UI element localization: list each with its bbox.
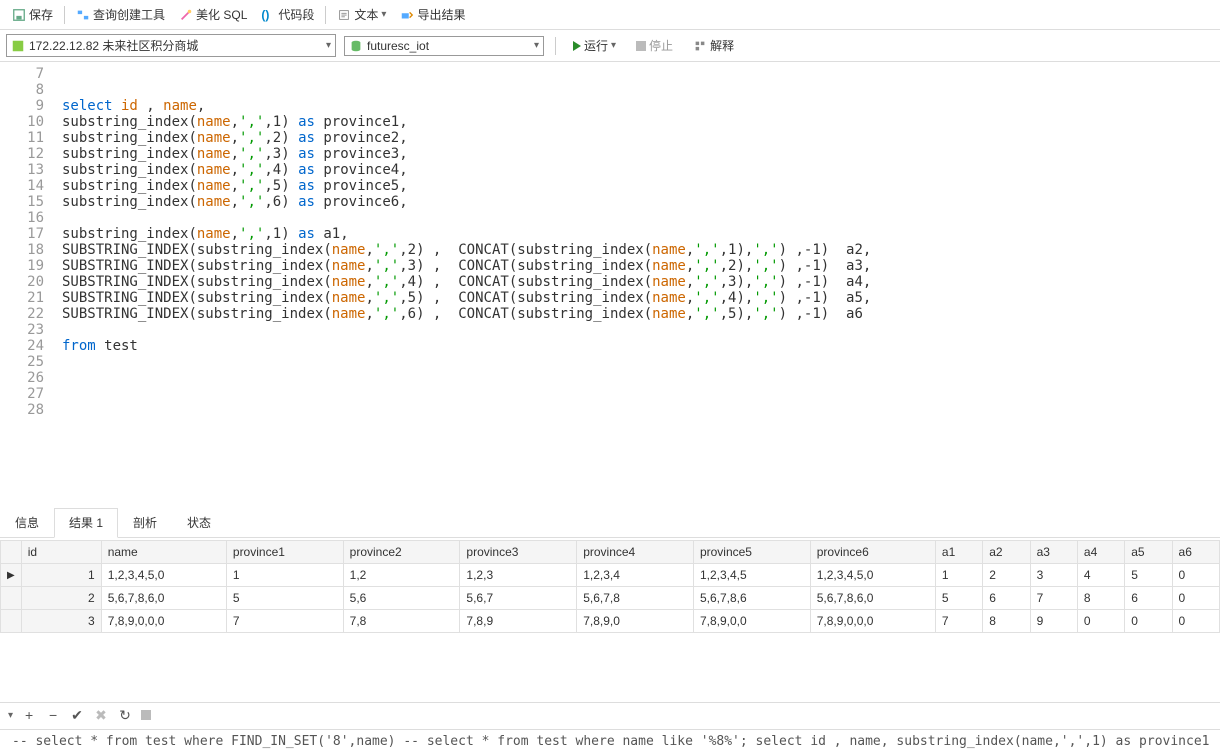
text-button[interactable]: 文本 ▾ [331, 3, 392, 26]
cancel-button[interactable]: ✖ [93, 707, 109, 723]
connection-selector[interactable]: 172.22.12.82 未来社区积分商城 ▾ [6, 34, 336, 57]
col-header[interactable]: a4 [1077, 541, 1124, 564]
col-header[interactable]: province1 [226, 541, 343, 564]
chevron-down-icon: ▾ [611, 40, 616, 51]
connection-text: 172.22.12.82 未来社区积分商城 [29, 37, 322, 54]
database-icon [349, 39, 363, 53]
query-builder-icon [76, 8, 90, 22]
grid-toolbar: ▾ + − ✔ ✖ ↻ [0, 702, 1220, 727]
export-icon [400, 8, 414, 22]
export-button[interactable]: 导出结果 [394, 3, 471, 26]
text-icon [337, 8, 351, 22]
separator [555, 37, 556, 55]
result-grid[interactable]: idnameprovince1province2province3provinc… [0, 540, 1220, 633]
refresh-button[interactable]: ↻ [117, 707, 133, 723]
col-header[interactable]: province5 [693, 541, 810, 564]
col-header[interactable]: name [101, 541, 226, 564]
stop-label: 停止 [649, 37, 673, 54]
export-label: 导出结果 [417, 6, 465, 23]
sql-editor[interactable]: 789select id , name,10substring_index(na… [0, 62, 1220, 502]
snippets-label: 代码段 [278, 6, 314, 23]
chevron-down-icon[interactable]: ▾ [8, 710, 13, 721]
col-header[interactable]: province6 [810, 541, 935, 564]
stop-grid-button[interactable] [141, 710, 151, 720]
col-header[interactable]: a3 [1030, 541, 1077, 564]
tab-status[interactable]: 状态 [172, 508, 226, 537]
beautify-button[interactable]: 美化 SQL [173, 3, 253, 26]
query-builder-button[interactable]: 查询创建工具 [70, 3, 171, 26]
chevron-down-icon: ▾ [381, 9, 386, 20]
col-header[interactable]: a1 [935, 541, 982, 564]
run-label: 运行 [584, 37, 608, 54]
col-header[interactable]: id [21, 541, 101, 564]
col-header[interactable]: province4 [577, 541, 694, 564]
col-header[interactable]: province2 [343, 541, 460, 564]
explain-icon [693, 39, 707, 53]
database-selector[interactable]: futuresc_iot ▾ [344, 36, 544, 56]
connection-bar: 172.22.12.82 未来社区积分商城 ▾ futuresc_iot ▾ 运… [0, 30, 1220, 62]
explain-button[interactable]: 解释 [687, 35, 740, 56]
query-builder-label: 查询创建工具 [93, 6, 165, 23]
main-toolbar: 保存 查询创建工具 美化 SQL () 代码段 文本 ▾ 导出结果 [0, 0, 1220, 30]
database-text: futuresc_iot [367, 39, 530, 53]
separator [64, 6, 65, 24]
run-button[interactable]: 运行 ▾ [567, 35, 622, 56]
delete-row-button[interactable]: − [45, 707, 61, 723]
statusbar: -- select * from test where FIND_IN_SET(… [0, 729, 1220, 753]
save-button[interactable]: 保存 [6, 3, 59, 26]
text-label: 文本 [354, 6, 378, 23]
col-header[interactable]: a2 [983, 541, 1030, 564]
table-row[interactable]: 25,6,7,8,6,055,65,6,75,6,7,85,6,7,8,65,6… [1, 587, 1220, 610]
col-header[interactable]: a6 [1172, 541, 1219, 564]
result-tabs: 信息 结果 1 剖析 状态 [0, 508, 1220, 538]
tab-info[interactable]: 信息 [0, 508, 54, 537]
col-header[interactable]: a5 [1125, 541, 1172, 564]
add-row-button[interactable]: + [21, 707, 37, 723]
separator [325, 6, 326, 24]
stop-icon [636, 41, 646, 51]
chevron-down-icon: ▾ [534, 40, 539, 51]
save-label: 保存 [29, 6, 53, 23]
play-icon [573, 41, 581, 51]
apply-button[interactable]: ✔ [69, 707, 85, 723]
wand-icon [179, 8, 193, 22]
table-row[interactable]: 37,8,9,0,0,077,87,8,97,8,9,07,8,9,0,07,8… [1, 610, 1220, 633]
chevron-down-icon: ▾ [326, 40, 331, 51]
table-row[interactable]: ▶11,2,3,4,5,011,21,2,31,2,3,41,2,3,4,51,… [1, 564, 1220, 587]
connection-icon [11, 39, 25, 53]
save-icon [12, 8, 26, 22]
col-header[interactable]: province3 [460, 541, 577, 564]
stop-button: 停止 [630, 35, 679, 56]
parens-icon: () [261, 8, 275, 22]
beautify-label: 美化 SQL [196, 6, 247, 23]
explain-label: 解释 [710, 37, 734, 54]
tab-profile[interactable]: 剖析 [118, 508, 172, 537]
snippets-button[interactable]: () 代码段 [255, 3, 320, 26]
tab-result1[interactable]: 结果 1 [54, 508, 118, 538]
